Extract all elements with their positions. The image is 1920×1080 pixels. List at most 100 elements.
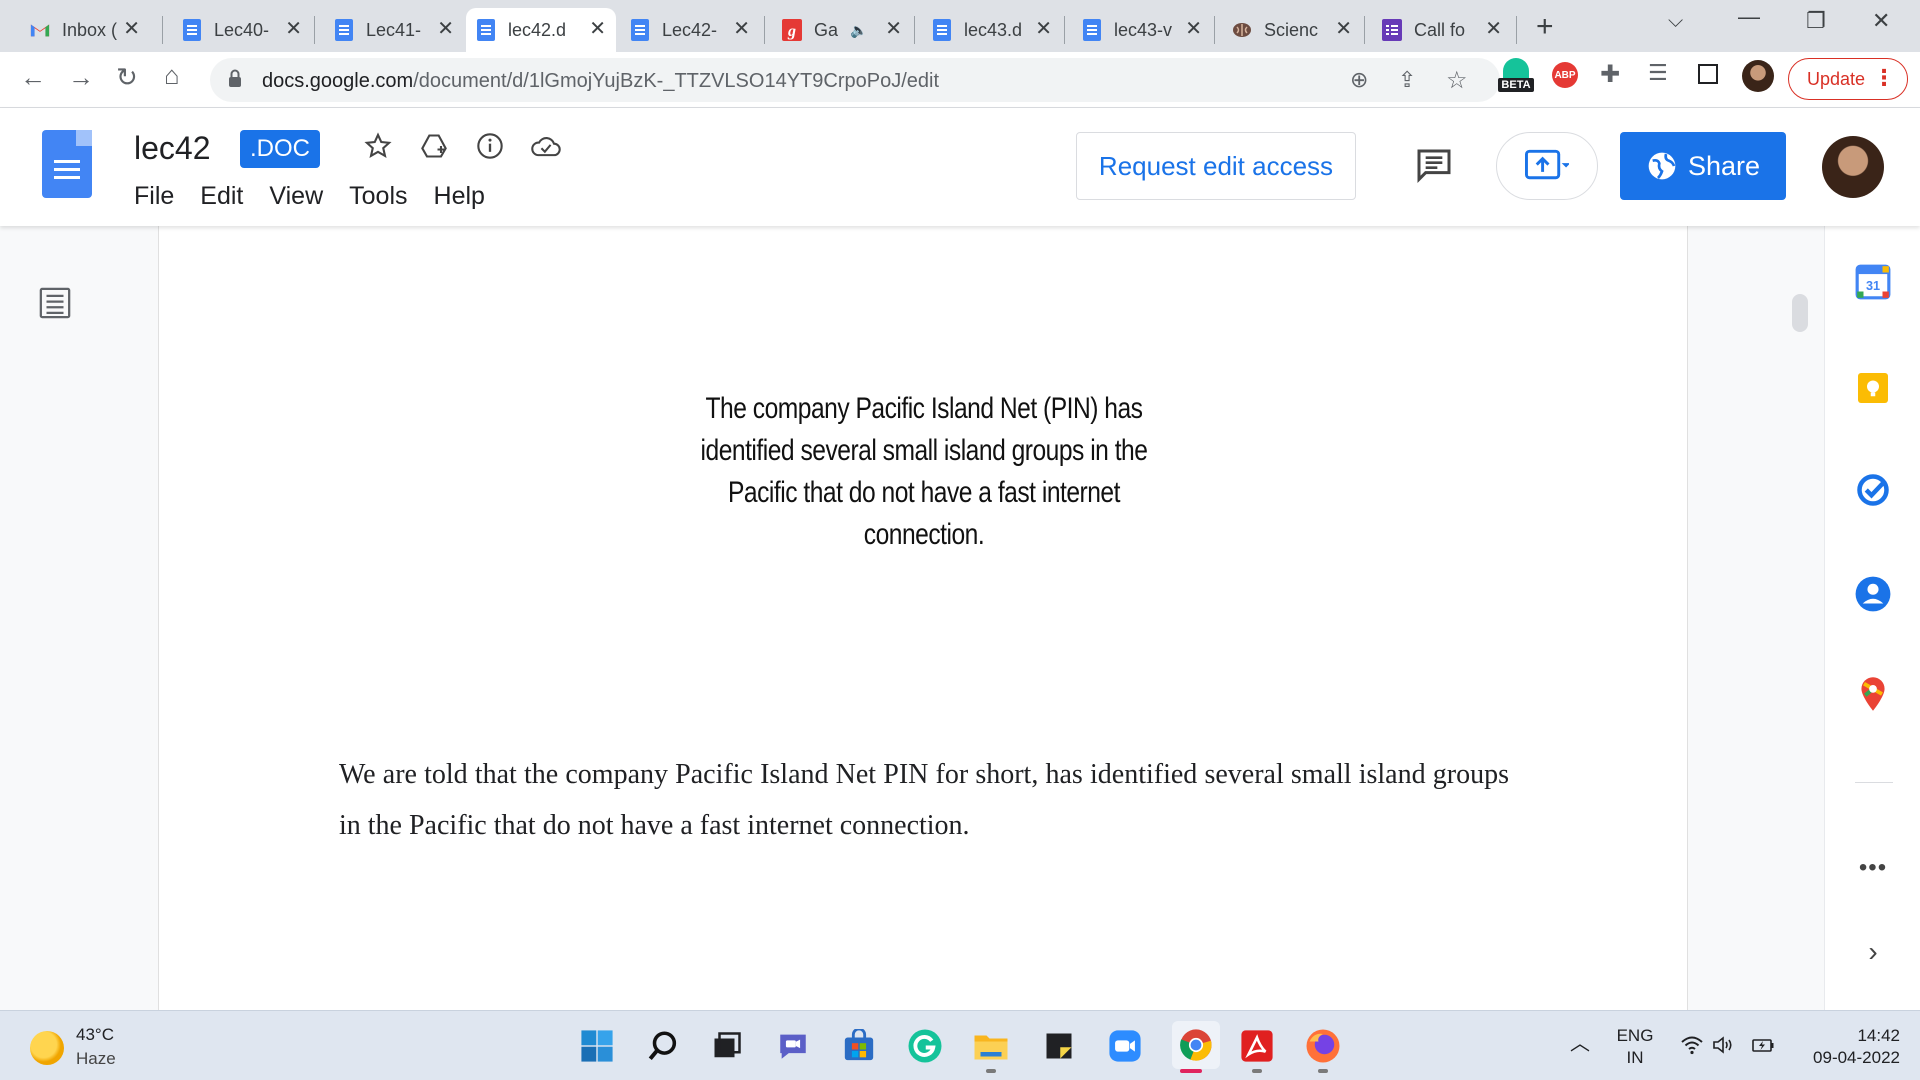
task-view-icon[interactable] (708, 1027, 746, 1065)
tab-lec42-b[interactable]: Lec42- ✕ (620, 8, 760, 52)
tab-separator (162, 16, 163, 44)
share-button[interactable]: Share (1620, 132, 1786, 200)
speaker-icon[interactable]: 🔈 (850, 22, 867, 39)
docs-icon (932, 19, 952, 41)
wifi-icon[interactable] (1680, 1035, 1704, 1060)
close-icon[interactable]: ✕ (589, 19, 606, 39)
windows-start-icon[interactable] (578, 1027, 616, 1065)
firefox-icon[interactable] (1304, 1027, 1342, 1065)
close-icon[interactable]: ✕ (1485, 19, 1502, 39)
menu-edit[interactable]: Edit (200, 182, 243, 211)
docs-icon (182, 19, 202, 41)
weather-sun-icon[interactable] (30, 1031, 64, 1065)
reading-list-icon[interactable]: ☰ (1648, 60, 1668, 86)
microsoft-store-icon[interactable] (840, 1027, 878, 1065)
menu-help[interactable]: Help (434, 182, 485, 211)
chrome-icon[interactable] (1172, 1021, 1220, 1069)
browser-toolbar: ← → ↻ ⌂ docs.google.com/document/d/1lGmo… (0, 52, 1920, 108)
restore-button[interactable]: ❐ (1806, 8, 1826, 34)
calendar-icon[interactable]: 31 (1853, 262, 1893, 302)
forward-button[interactable]: → (68, 62, 94, 93)
keep-icon[interactable] (1853, 368, 1893, 408)
scrollbar-thumb[interactable] (1792, 294, 1808, 332)
share-page-icon[interactable]: ⇪ (1398, 67, 1416, 93)
more-vert-icon[interactable]: ⋮ (1873, 65, 1895, 91)
tab-lec41[interactable]: Lec41- ✕ (324, 8, 464, 52)
profile-avatar[interactable] (1742, 60, 1774, 92)
input-language-indicator[interactable]: ENG IN (1612, 1025, 1658, 1069)
comment-history-icon[interactable] (1414, 146, 1454, 191)
running-indicator (986, 1069, 996, 1073)
home-button[interactable]: ⌂ (164, 60, 180, 91)
document-outline-icon[interactable] (38, 286, 72, 325)
grammarly-icon[interactable] (906, 1027, 944, 1065)
star-icon[interactable] (362, 130, 394, 162)
close-icon[interactable]: ✕ (733, 19, 750, 39)
close-icon[interactable]: ✕ (437, 19, 454, 39)
contacts-icon[interactable] (1853, 574, 1893, 614)
clock[interactable]: 14:42 09-04-2022 (1790, 1025, 1900, 1069)
slide-image-text: The company Pacific Island Net (PIN) has… (700, 392, 1148, 551)
account-avatar[interactable] (1822, 136, 1884, 198)
close-icon[interactable]: ✕ (123, 19, 140, 39)
tab-call-for[interactable]: Call fo ✕ (1372, 8, 1512, 52)
file-explorer-icon[interactable] (972, 1027, 1010, 1065)
tab-lec43[interactable]: lec43.d ✕ (922, 8, 1062, 52)
tab-science[interactable]: Scienc ✕ (1222, 8, 1362, 52)
side-panel-icon[interactable] (1698, 64, 1718, 84)
extensions-puzzle-icon[interactable]: ✚ (1600, 60, 1620, 89)
acrobat-icon[interactable] (1238, 1027, 1276, 1065)
close-icon[interactable]: ✕ (1185, 19, 1202, 39)
show-hidden-icons-chevron-icon[interactable]: ︿ (1570, 1033, 1590, 1055)
minimize-button[interactable]: — (1738, 4, 1760, 30)
tasks-icon[interactable] (1853, 470, 1893, 510)
tab-lec40[interactable]: Lec40- ✕ (172, 8, 312, 52)
info-icon[interactable] (474, 130, 506, 162)
close-icon[interactable]: ✕ (1335, 19, 1352, 39)
close-window-button[interactable]: ✕ (1872, 8, 1890, 34)
sticky-notes-icon[interactable] (1040, 1027, 1078, 1065)
docs-header: lec42 .DOC File Edit View Tools Help Req… (0, 108, 1920, 226)
tab-ga[interactable]: g Ga 🔈 ✕ (772, 8, 912, 52)
search-icon[interactable] (644, 1027, 682, 1065)
cloud-saved-icon[interactable] (530, 130, 562, 162)
side-panel-divider (1855, 782, 1893, 783)
close-icon[interactable]: ✕ (885, 19, 902, 39)
tab-search-chevron-icon[interactable]: ⌵ (1668, 10, 1683, 33)
battery-charging-icon[interactable] (1750, 1035, 1776, 1061)
document-title[interactable]: lec42 (134, 130, 211, 167)
back-button[interactable]: ← (20, 62, 46, 93)
zoom-app-icon[interactable] (1106, 1027, 1144, 1065)
move-to-drive-icon[interactable] (418, 130, 450, 162)
menu-file[interactable]: File (134, 182, 174, 211)
close-icon[interactable]: ✕ (1035, 19, 1052, 39)
zoom-icon[interactable]: ⊕ (1350, 67, 1368, 93)
bookmark-star-icon[interactable]: ☆ (1446, 66, 1468, 95)
tab-separator (914, 16, 915, 44)
request-edit-access-button[interactable]: Request edit access (1076, 132, 1356, 200)
tab-lec43-v[interactable]: lec43-v ✕ (1072, 8, 1212, 52)
document-page[interactable]: The company Pacific Island Net (PIN) has… (158, 226, 1688, 1010)
menu-tools[interactable]: Tools (349, 182, 407, 211)
chevron-right-icon[interactable]: › (1853, 932, 1893, 972)
tab-inbox[interactable]: Inbox ( ✕ (20, 8, 150, 52)
brain-icon (1232, 19, 1252, 41)
present-button[interactable] (1496, 132, 1598, 200)
close-icon[interactable]: ✕ (285, 19, 302, 39)
windows-taskbar: 43°C Haze ︿ ENG IN 14:42 09-04-2022 (0, 1010, 1920, 1080)
docs-logo-icon[interactable] (42, 130, 92, 198)
more-horiz-icon[interactable]: ••• (1853, 848, 1893, 888)
menu-view[interactable]: View (269, 182, 323, 211)
tab-separator (1364, 16, 1365, 44)
lock-icon[interactable] (228, 69, 242, 87)
teams-chat-icon[interactable] (774, 1027, 812, 1065)
adblock-icon[interactable]: ABP (1552, 62, 1578, 88)
new-tab-button[interactable]: + (1536, 10, 1554, 44)
tab-lec42-active[interactable]: lec42.d ✕ (466, 8, 616, 52)
maps-icon[interactable] (1853, 674, 1893, 714)
grammarly-beta-extension-icon[interactable]: BETA (1498, 56, 1534, 100)
reload-button[interactable]: ↻ (116, 62, 138, 93)
update-button[interactable]: Update ⋮ (1788, 58, 1908, 100)
address-bar[interactable]: docs.google.com/document/d/1lGmojYujBzK-… (210, 58, 1500, 102)
volume-icon[interactable] (1712, 1035, 1736, 1061)
